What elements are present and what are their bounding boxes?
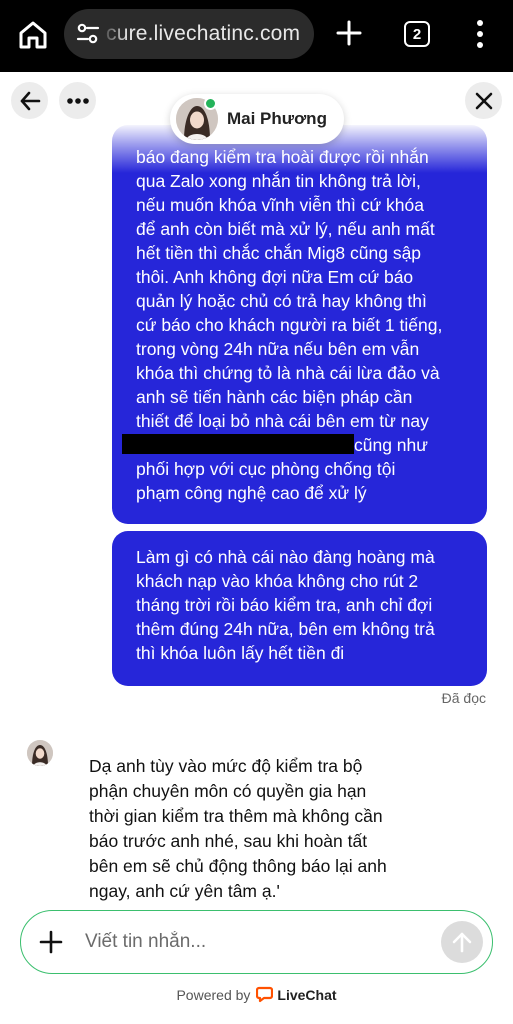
message-line: quản lý hoặc chủ có trả hay không thì (136, 291, 427, 311)
visitor-message: Làm gì có nhà cái nào đàng hoàng mà khác… (112, 531, 487, 686)
redaction-bar (122, 434, 354, 454)
powered-by-text: Powered by (176, 986, 251, 1003)
brand-name: LiveChat (277, 986, 337, 1003)
home-icon[interactable] (16, 18, 50, 52)
message-line: thiết để loại bỏ nhà cái bên em từ nay (136, 411, 429, 431)
livechat-logo-icon (256, 986, 274, 1003)
livechat-brand-link[interactable]: LiveChat (256, 986, 337, 1003)
attach-plus-icon[interactable] (39, 930, 63, 954)
message-line: báo đang kiểm tra hoài được rồi nhắn (136, 147, 429, 167)
message-line: hết tiền thì chắc chắn Mig8 cũng sập (136, 243, 422, 263)
message-line: thêm đúng 24h nữa, bên em không trả (136, 619, 435, 639)
message-line: ngay, anh cứ yên tâm ạ.' (89, 881, 280, 901)
agent-header-pill[interactable]: Mai Phương (170, 94, 344, 144)
message-line: nếu muốn khóa vĩnh viễn thì cứ khóa (136, 195, 425, 215)
browser-toolbar: cure.livechatinc.com 2 (0, 0, 513, 72)
message-line: khách nạp vào khóa không cho rút 2 (136, 571, 419, 591)
message-line: để anh còn biết mà xử lý, nếu anh mất (136, 219, 435, 239)
close-icon (475, 92, 492, 109)
agent-message-avatar (27, 740, 53, 766)
new-tab-plus-icon[interactable] (336, 20, 362, 46)
back-arrow-icon (20, 91, 40, 110)
message-line: Làm gì có nhà cái nào đàng hoàng mà (136, 547, 435, 567)
url-text: cure.livechatinc.com (106, 22, 301, 45)
site-settings-icon[interactable] (76, 23, 100, 45)
tab-switcher-icon[interactable]: 2 (404, 21, 430, 47)
close-chat-button[interactable] (465, 82, 502, 119)
online-status-dot (204, 97, 217, 110)
message-line: tháng trời rồi báo kiểm tra, anh chỉ đợi (136, 595, 433, 615)
message-line: thôi. Anh không đợi nữa Em cứ báo (136, 267, 414, 287)
more-horizontal-icon (66, 97, 89, 104)
powered-by-footer: Powered by LiveChat (0, 986, 513, 1003)
more-vert-icon[interactable] (470, 18, 490, 50)
more-options-button[interactable] (59, 82, 96, 119)
message-line: qua Zalo xong nhắn tin không trả lời, (136, 171, 421, 191)
url-fade (100, 9, 128, 59)
visitor-message: báo đang kiểm tra hoài được rồi nhắn qua… (112, 125, 487, 524)
message-line: anh sẽ tiến hành các biện pháp cần (136, 387, 413, 407)
agent-name: Mai Phương (227, 109, 327, 128)
message-line: phối hợp với cục phòng chống tội (136, 459, 396, 479)
message-line-redacted: cũng như (122, 433, 473, 457)
message-fragment: cũng như (354, 435, 428, 455)
agent-message: Dạ anh tùy vào mức độ kiểm tra bộ phận c… (60, 746, 443, 906)
address-bar[interactable]: cure.livechatinc.com (64, 9, 314, 59)
back-button[interactable] (11, 82, 48, 119)
message-line: báo trước anh nhé, sau khi hoàn tất (89, 831, 368, 851)
send-arrow-up-icon (452, 932, 472, 953)
message-line: bên em sẽ chủ động thông báo lại anh (89, 856, 387, 876)
message-line: trong vòng 24h nữa nếu bên em vẫn (136, 339, 420, 359)
message-line: khóa thì chứng tỏ là nhà cái lừa đảo và (136, 363, 440, 383)
send-button[interactable] (441, 921, 483, 963)
message-line: Dạ anh tùy vào mức độ kiểm tra bộ (89, 756, 363, 776)
message-line: thời gian kiểm tra thêm mà không cần (89, 806, 383, 826)
message-composer (20, 910, 493, 974)
message-line: phận chuyên môn có quyền gia hạn (89, 781, 367, 801)
read-receipt: Đã đọc (441, 690, 486, 706)
message-line: cứ báo cho khách người ra biết 1 tiếng, (136, 315, 443, 335)
message-input[interactable] (85, 928, 415, 956)
message-line: thì khóa luôn lấy hết tiền đi (136, 643, 345, 663)
message-line: phạm công nghệ cao để xử lý (136, 483, 367, 503)
